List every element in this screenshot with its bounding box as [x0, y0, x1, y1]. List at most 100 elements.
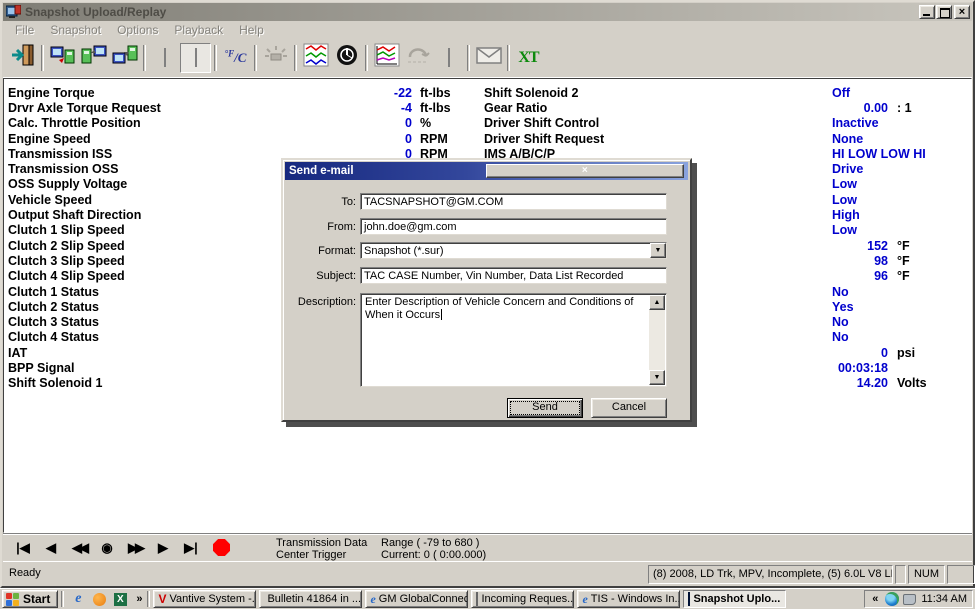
scroll-down-icon[interactable]: ▼: [649, 370, 665, 385]
to-field[interactable]: TACSNAPSHOT@GM.COM: [360, 193, 667, 210]
menu-file[interactable]: File: [7, 22, 42, 38]
restore-icon[interactable]: [936, 5, 952, 19]
task-button[interactable]: eGM GlobalConnec...: [365, 590, 468, 608]
lotus-notes-icon[interactable]: [91, 591, 107, 607]
tools-icon: XT: [518, 49, 538, 67]
start-button[interactable]: Start: [2, 590, 58, 608]
parameter-value: No: [760, 315, 888, 329]
parameter-value: No: [760, 285, 888, 299]
close-icon[interactable]: ×: [954, 5, 970, 19]
combined-graph-view-button[interactable]: [371, 43, 402, 73]
task-button-area: VVantive System -... Bulletin 41864 in ..…: [153, 590, 786, 608]
from-field[interactable]: john.doe@gm.com: [360, 218, 667, 235]
dialog-close-icon[interactable]: ×: [486, 164, 685, 178]
current-position-label: Current: 0 ( 0:00.000): [381, 549, 486, 561]
step-back-button[interactable]: ◀: [41, 540, 61, 556]
flash-button: [260, 43, 291, 73]
exit-button[interactable]: [7, 43, 38, 73]
playback-range-info: Range ( -79 to 680 ) Current: 0 ( 0:00.0…: [381, 537, 486, 561]
toolbar-separator: [214, 45, 217, 71]
parameter-name: Clutch 1 Slip Speed: [4, 223, 326, 237]
task-button[interactable]: eTIS - Windows In...: [577, 590, 680, 608]
send-button[interactable]: Send: [507, 398, 583, 418]
text-caret: [441, 309, 442, 320]
parameter-unit: psi: [897, 346, 915, 360]
parameter-name: Drvr Axle Torque Request: [4, 101, 326, 115]
multi-graph-view-button[interactable]: [300, 43, 331, 73]
task-button[interactable]: Snapshot Uplo...: [683, 590, 786, 608]
vertical-list-icon: [195, 49, 197, 67]
toolbar-separator: [254, 45, 257, 71]
parameter-value: -4: [326, 101, 412, 115]
menu-snapshot[interactable]: Snapshot: [42, 22, 109, 38]
task-button[interactable]: VVantive System -...: [153, 590, 256, 608]
parameter-name: Clutch 3 Status: [4, 315, 326, 329]
toolbar-separator: [143, 45, 146, 71]
menu-options[interactable]: Options: [109, 22, 166, 38]
fahrenheit-celsius-toggle-button[interactable]: °F/C: [220, 43, 251, 73]
task-button-label: Bulletin 41864 in ...: [267, 593, 361, 605]
status-empty-panel: [895, 565, 906, 584]
center-trigger-button[interactable]: ◉: [97, 540, 117, 556]
rewind-button[interactable]: ◀◀: [69, 540, 89, 556]
internet-explorer-icon: e: [582, 592, 587, 607]
subject-field[interactable]: TAC CASE Number, Vin Number, Data List R…: [360, 267, 667, 284]
go-to-end-button[interactable]: ▶|: [181, 540, 201, 556]
windows-logo-icon: [6, 593, 20, 606]
menu-playback[interactable]: Playback: [166, 22, 231, 38]
upload-from-tool-button[interactable]: [47, 43, 78, 73]
tools-button[interactable]: XT: [513, 43, 544, 73]
flash-icon: [263, 45, 289, 70]
record-stop-button[interactable]: [213, 539, 230, 556]
excel-icon[interactable]: X: [112, 591, 128, 607]
fast-forward-button[interactable]: ▶▶: [125, 540, 145, 556]
snapshot-app-icon: [688, 593, 690, 605]
parameter-unit: RPM: [420, 132, 484, 146]
parameter-name: Clutch 1 Status: [4, 285, 326, 299]
messenger-icon[interactable]: [903, 594, 916, 605]
minimize-icon[interactable]: [919, 5, 935, 19]
parameter-name: Transmission OSS: [4, 162, 326, 176]
to-label: To:: [288, 196, 356, 208]
format-dropdown[interactable]: Snapshot (*.sur) ▼: [360, 242, 667, 259]
quick-launch-bar: eX: [67, 591, 131, 607]
task-button[interactable]: Incoming Reques...: [471, 590, 574, 608]
vertical-list-view-button[interactable]: [180, 43, 211, 73]
description-scrollbar[interactable]: ▲ ▼: [649, 295, 665, 385]
parameter-value: 00:03:18: [760, 361, 888, 375]
parameter-name: Shift Solenoid 2: [484, 86, 760, 100]
send-email-button[interactable]: [473, 43, 504, 73]
internet-explorer-icon[interactable]: e: [70, 591, 86, 607]
dropdown-arrow-icon[interactable]: ▼: [650, 243, 666, 258]
pc-to-tool-transfer-button[interactable]: [109, 43, 140, 73]
num-lock-indicator: NUM: [908, 565, 945, 584]
parameter-value: None: [760, 132, 888, 146]
toolbar-separator: [41, 45, 44, 71]
vantive-icon: V: [158, 592, 166, 606]
new-page-button[interactable]: [433, 43, 464, 73]
network-globe-icon[interactable]: [885, 592, 899, 606]
horizontal-list-view-button[interactable]: [149, 43, 180, 73]
go-to-start-button[interactable]: |◀: [13, 540, 33, 556]
task-button[interactable]: Bulletin 41864 in ...: [259, 590, 362, 608]
table-row: Engine Torque-22ft-lbsShift Solenoid 2Of…: [4, 85, 971, 100]
playback-data-info: Transmission Data Center Trigger: [276, 537, 367, 561]
tool-to-pc-transfer-button[interactable]: [78, 43, 109, 73]
parameter-unit: ft-lbs: [420, 101, 484, 115]
cancel-button[interactable]: Cancel: [591, 398, 667, 418]
description-field[interactable]: Enter Description of Vehicle Concern and…: [360, 293, 667, 387]
window-titlebar: Snapshot Upload/Replay ×: [3, 3, 972, 21]
dialog-titlebar[interactable]: Send e-mail ×: [285, 162, 688, 180]
tray-chevron-icon[interactable]: «: [870, 593, 880, 605]
trigger-type-label: Center Trigger: [276, 549, 367, 561]
status-ready-text: Ready: [9, 567, 41, 579]
replay-icon: [405, 45, 431, 70]
taskbar-divider: [61, 591, 64, 607]
gauge-icon: [336, 44, 358, 71]
window-title: Snapshot Upload/Replay: [25, 5, 915, 19]
menu-help[interactable]: Help: [231, 22, 272, 38]
quick-launch-overflow-icon[interactable]: »: [134, 593, 144, 605]
gauge-view-button[interactable]: [331, 43, 362, 73]
play-button[interactable]: ▶: [153, 540, 173, 556]
scroll-up-icon[interactable]: ▲: [649, 295, 665, 310]
